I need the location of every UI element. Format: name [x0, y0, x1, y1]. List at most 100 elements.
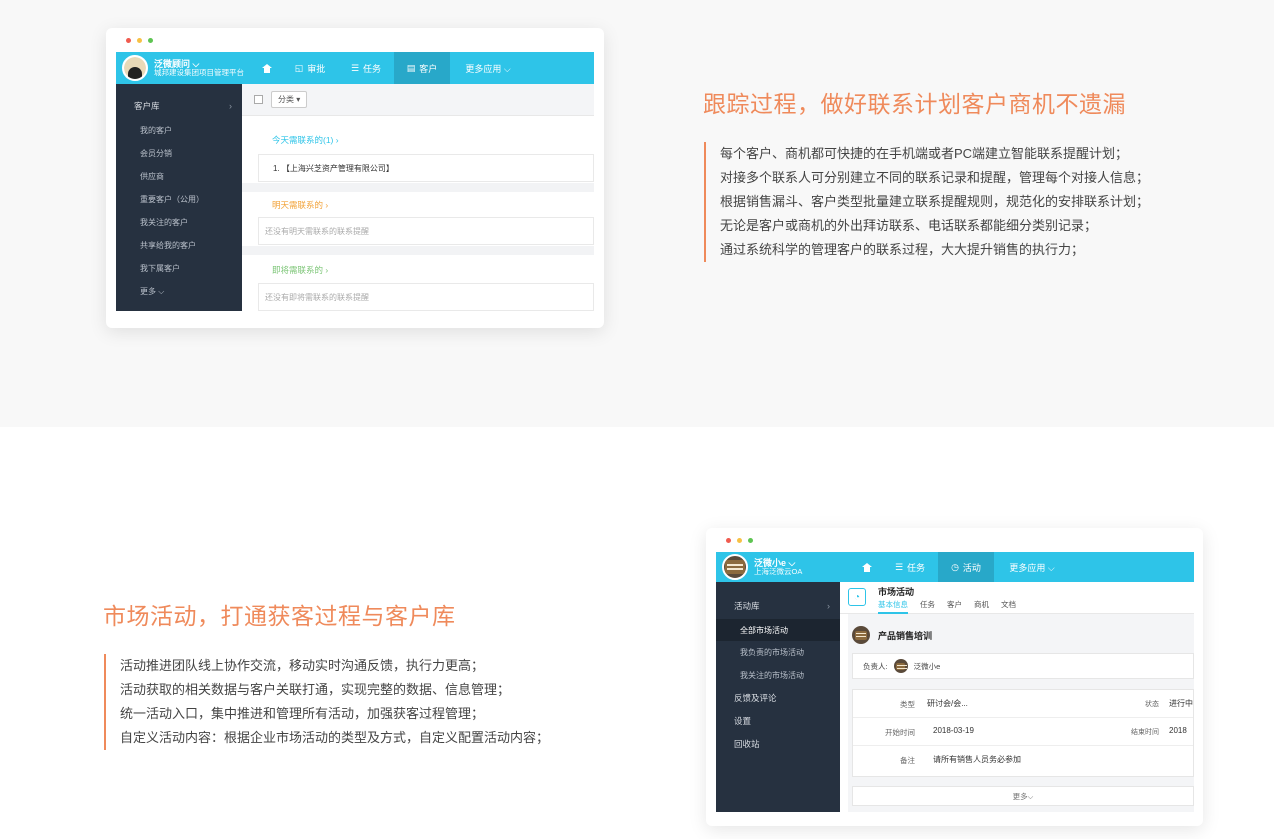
- activity-window: 泛微小e ⌵ 上海泛微云OA ☰ 任务 ◷ 活动 更多应用 ⌵ 活动库 › 全部市场…: [706, 528, 1203, 826]
- note-label: 备注: [900, 756, 915, 765]
- org-name: 城邦建设集团项目管理平台: [154, 67, 244, 77]
- sidebar-item-label: 供应商: [140, 171, 164, 181]
- sidebar-head-label: 活动库: [734, 601, 760, 611]
- maximize-dot[interactable]: [148, 38, 153, 43]
- chevron-right-icon: ›: [229, 101, 232, 111]
- empty-state: 还没有明天需联系的联系提醒: [258, 217, 594, 245]
- sidebar-item[interactable]: 我关注的客户: [116, 212, 242, 232]
- customer-content: 分类 ▾ 今天需联系的(1) › 1. 【上海兴芝资产管理有限公司】 明天需联系…: [242, 84, 594, 311]
- sidebar-item[interactable]: 我下属客户: [116, 258, 242, 278]
- event-title-row: 产品销售培训: [852, 626, 932, 644]
- sidebar-item-label: 我关注的市场活动: [740, 670, 804, 680]
- nav-activity[interactable]: ◷ 活动: [938, 552, 994, 582]
- group-title-upcoming[interactable]: 即将需联系的 ›: [272, 264, 328, 276]
- user-avatar: [122, 55, 148, 81]
- section1-line: 无论是客户或商机的外出拜访联系、电话联系都能细分类别记录；: [720, 218, 1098, 233]
- nav-customer[interactable]: ▤ 客户: [394, 52, 450, 84]
- chevron-right-icon: ›: [827, 601, 830, 611]
- user-profile[interactable]: 泛微顾问 ⌵ 城邦建设集团项目管理平台: [116, 52, 252, 84]
- sidebar-item-label: 全部市场活动: [740, 625, 788, 635]
- tab-basic-info[interactable]: 基本信息: [878, 599, 908, 614]
- type-value: 研讨会/会...: [927, 699, 968, 708]
- empty-state: 还没有即将需联系的联系提醒: [258, 283, 594, 311]
- list-toolbar: 分类 ▾: [242, 84, 594, 116]
- sidebar-item-label: 我的客户: [140, 125, 172, 135]
- nav-task[interactable]: ☰ 任务: [882, 552, 938, 582]
- sidebar-item-label: 设置: [734, 716, 752, 726]
- event-avatar: [852, 626, 870, 644]
- sidebar-item-more[interactable]: 更多 ⌵: [116, 281, 242, 301]
- window-controls: [126, 38, 153, 43]
- maximize-dot[interactable]: [748, 538, 753, 543]
- sidebar-item[interactable]: 共享给我的客户: [116, 235, 242, 255]
- app-topbar: 泛微顾问 ⌵ 城邦建设集团项目管理平台 ◱ 审批 ☰ 任务 ▤ 客户 更多应用 ⌵: [116, 52, 594, 84]
- tab-task[interactable]: 任务: [920, 599, 935, 614]
- sidebar-item[interactable]: 我关注的市场活动: [716, 665, 840, 685]
- minimize-dot[interactable]: [137, 38, 142, 43]
- sidebar-item-settings[interactable]: 设置: [716, 711, 840, 731]
- nav-more-apps[interactable]: 更多应用 ⌵: [994, 552, 1070, 582]
- status-value: 进行中: [1169, 699, 1193, 708]
- select-all-checkbox[interactable]: [254, 95, 263, 104]
- tab-documents[interactable]: 文档: [1001, 599, 1016, 614]
- section2-line: 统一活动入口，集中推进和管理所有活动，加强获客过程管理；: [120, 706, 485, 721]
- nav-customer-label: 客户: [419, 63, 438, 74]
- owner-row: 负责人: 泛微小e: [852, 653, 1194, 679]
- table-row: 备注 请所有销售人员务必参加: [853, 746, 1193, 774]
- divider: [242, 183, 594, 192]
- owner-name[interactable]: 泛微小e: [914, 661, 941, 672]
- close-dot[interactable]: [726, 538, 731, 543]
- nav-task[interactable]: ☰ 任务: [338, 52, 394, 84]
- section2-paragraph: 活动推进团队线上协作交流，移动实时沟通反馈，执行力更高； 活动获取的相关数据与客…: [104, 654, 549, 750]
- list-item[interactable]: 1. 【上海兴芝资产管理有限公司】: [258, 154, 594, 182]
- sidebar-item-customer-library[interactable]: 客户库 ›: [116, 96, 242, 116]
- nav-more-label: 更多应用 ⌵: [1009, 562, 1055, 573]
- nav-approval[interactable]: ◱ 审批: [282, 52, 338, 84]
- tab-opportunity[interactable]: 商机: [974, 599, 989, 614]
- sidebar-item-all-activities[interactable]: 全部市场活动: [716, 619, 840, 641]
- sidebar-item-label: 共享给我的客户: [140, 240, 196, 250]
- minimize-dot[interactable]: [737, 538, 742, 543]
- sidebar-item[interactable]: 我的客户: [116, 120, 242, 140]
- tab-customer[interactable]: 客户: [947, 599, 962, 614]
- table-row: 开始时间 2018-03-19 结束时间 2018: [853, 718, 1193, 746]
- sidebar-item-label: 回收站: [734, 739, 760, 749]
- clock-icon: ◷: [951, 561, 959, 572]
- category-dropdown[interactable]: 分类 ▾: [271, 91, 308, 108]
- owner-label: 负责人:: [863, 661, 888, 671]
- sidebar-item-feedback[interactable]: 反馈及评论: [716, 688, 840, 708]
- table-row: 类型 研讨会/会... 状态 进行中: [853, 690, 1193, 718]
- sidebar-head-label: 客户库: [134, 101, 160, 111]
- sidebar-item-label: 重要客户（公用）: [140, 194, 204, 204]
- sidebar-item-activity-library[interactable]: 活动库 ›: [716, 596, 840, 616]
- sidebar-item[interactable]: 供应商: [116, 166, 242, 186]
- group-title-today[interactable]: 今天需联系的(1) ›: [272, 134, 339, 146]
- sidebar-item-recycle-bin[interactable]: 回收站: [716, 734, 840, 754]
- sidebar-item[interactable]: 我负责的市场活动: [716, 642, 840, 662]
- user-avatar: [722, 554, 748, 580]
- nav-more-apps[interactable]: 更多应用 ⌵: [450, 52, 526, 84]
- section2-line: 活动推进团队线上协作交流，移动实时沟通反馈，执行力更高；: [120, 658, 485, 673]
- sidebar-item-label: 我负责的市场活动: [740, 647, 804, 657]
- sidebar-item[interactable]: 重要客户（公用）: [116, 189, 242, 209]
- page-title: 市场活动: [878, 587, 915, 597]
- nav-home[interactable]: [852, 552, 882, 582]
- nav-home[interactable]: [252, 52, 282, 84]
- activity-content: ◔ 市场活动 基本信息 任务 客户 商机 文档 产品销售培训 负责人: 泛微小e…: [840, 582, 1194, 812]
- nav-more-label: 更多应用 ⌵: [465, 63, 511, 74]
- close-dot[interactable]: [126, 38, 131, 43]
- sidebar-item[interactable]: 会员分销: [116, 143, 242, 163]
- start-label: 开始时间: [885, 728, 915, 737]
- user-profile[interactable]: 泛微小e ⌵ 上海泛微云OA: [716, 552, 852, 582]
- sidebar-item-label: 我关注的客户: [140, 217, 188, 227]
- empty-state-text: 还没有即将需联系的联系提醒: [265, 292, 369, 302]
- divider: [242, 246, 594, 255]
- owner-avatar: [893, 659, 908, 673]
- nav-activity-label: 活动: [962, 562, 981, 573]
- list-icon: ☰: [350, 62, 360, 73]
- group-title-tomorrow[interactable]: 明天需联系的 ›: [272, 199, 328, 211]
- app-topbar: 泛微小e ⌵ 上海泛微云OA ☰ 任务 ◷ 活动 更多应用 ⌵: [716, 552, 1194, 582]
- more-button[interactable]: 更多⌵: [852, 786, 1194, 806]
- end-value: 2018: [1169, 726, 1187, 735]
- org-name: 上海泛微云OA: [754, 566, 803, 576]
